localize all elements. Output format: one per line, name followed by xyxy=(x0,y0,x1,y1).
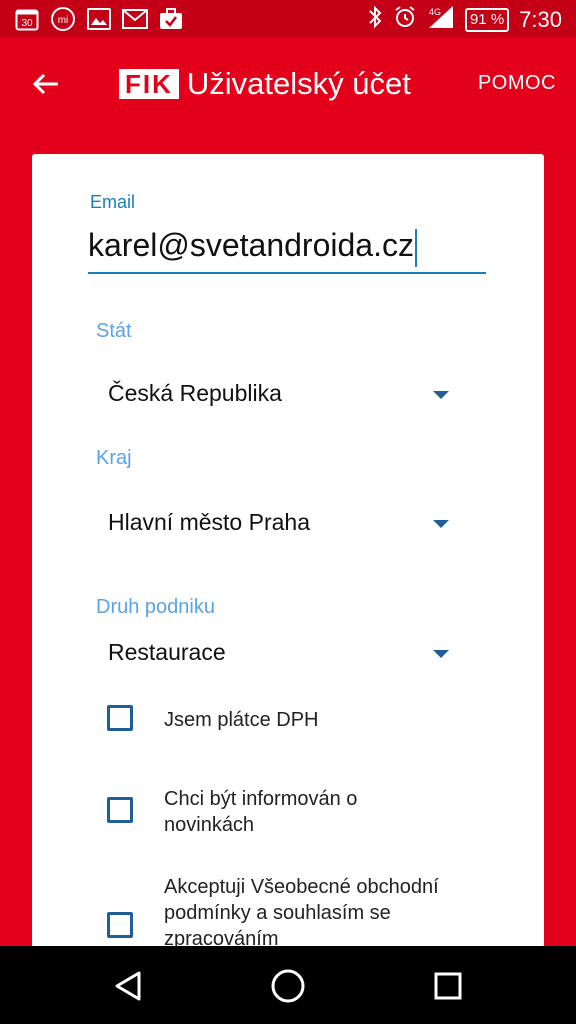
gmail-icon xyxy=(122,6,148,32)
country-label: Stát xyxy=(96,320,132,342)
country-select[interactable]: Česká Republika xyxy=(96,364,456,424)
brand: FIK Uživatelský účet xyxy=(119,67,411,101)
navigation-bar xyxy=(0,946,576,1024)
svg-text:4G: 4G xyxy=(429,7,441,17)
dropdown-arrow-icon xyxy=(433,650,449,658)
calendar-icon: 30 xyxy=(14,6,40,32)
home-circle-icon xyxy=(271,969,305,1003)
page-title: Uživatelský účet xyxy=(186,66,411,101)
dropdown-arrow-icon xyxy=(433,520,449,528)
nav-back-button[interactable] xyxy=(106,966,150,1006)
svg-text:30: 30 xyxy=(21,18,33,29)
dropdown-arrow-icon xyxy=(433,391,449,399)
vat-payer-checkbox[interactable] xyxy=(107,705,133,731)
help-button[interactable]: POMOC xyxy=(478,72,556,95)
region-label: Kraj xyxy=(96,447,132,469)
email-field-underline xyxy=(88,272,486,274)
country-value: Česká Republika xyxy=(108,380,282,406)
region-value: Hlavní město Praha xyxy=(108,509,310,535)
triangle-back-icon xyxy=(115,971,141,1001)
terms-checkbox[interactable] xyxy=(107,912,133,938)
mi-icon: mi xyxy=(50,6,76,32)
bluetooth-icon xyxy=(367,5,383,34)
system-icons: 4G 91 % 7:30 xyxy=(367,4,562,35)
signal-icon: 4G xyxy=(427,4,455,35)
clock: 7:30 xyxy=(519,6,562,32)
business-type-label: Druh podniku xyxy=(96,596,215,618)
battery-indicator: 91 % xyxy=(464,7,510,32)
email-value: karel@svetandroida.cz xyxy=(88,227,414,263)
nav-home-button[interactable] xyxy=(266,966,310,1006)
square-recents-icon xyxy=(434,972,462,1000)
business-type-select[interactable]: Restaurace xyxy=(96,623,456,683)
business-type-value: Restaurace xyxy=(108,639,226,665)
fik-logo: FIK xyxy=(119,69,179,99)
email-field[interactable]: karel@svetandroida.cz xyxy=(88,220,484,270)
app-bar: FIK Uživatelský účet POMOC xyxy=(0,38,576,128)
newsletter-label: Chci být informován o novinkách xyxy=(164,788,358,836)
vat-payer-label: Jsem plátce DPH xyxy=(164,709,319,731)
text-cursor xyxy=(414,228,417,267)
svg-text:mi: mi xyxy=(58,15,69,26)
notification-icons: 30 mi xyxy=(14,6,184,32)
status-bar: 30 mi 4G 91 % 7:30 xyxy=(0,0,576,38)
image-icon xyxy=(86,6,112,32)
region-select[interactable]: Hlavní město Praha xyxy=(96,493,456,553)
nav-recents-button[interactable] xyxy=(426,966,470,1006)
arrow-left-icon xyxy=(32,73,58,95)
terms-label: Akceptuji Všeobecné obchodní podmínky a … xyxy=(164,876,439,950)
newsletter-checkbox[interactable] xyxy=(107,797,133,823)
alarm-icon xyxy=(393,5,417,34)
briefcase-check-icon xyxy=(158,6,184,32)
email-label: Email xyxy=(90,192,136,212)
back-button[interactable] xyxy=(24,62,68,106)
account-form-card: Email karel@svetandroida.cz Stát Česká R… xyxy=(32,154,544,964)
